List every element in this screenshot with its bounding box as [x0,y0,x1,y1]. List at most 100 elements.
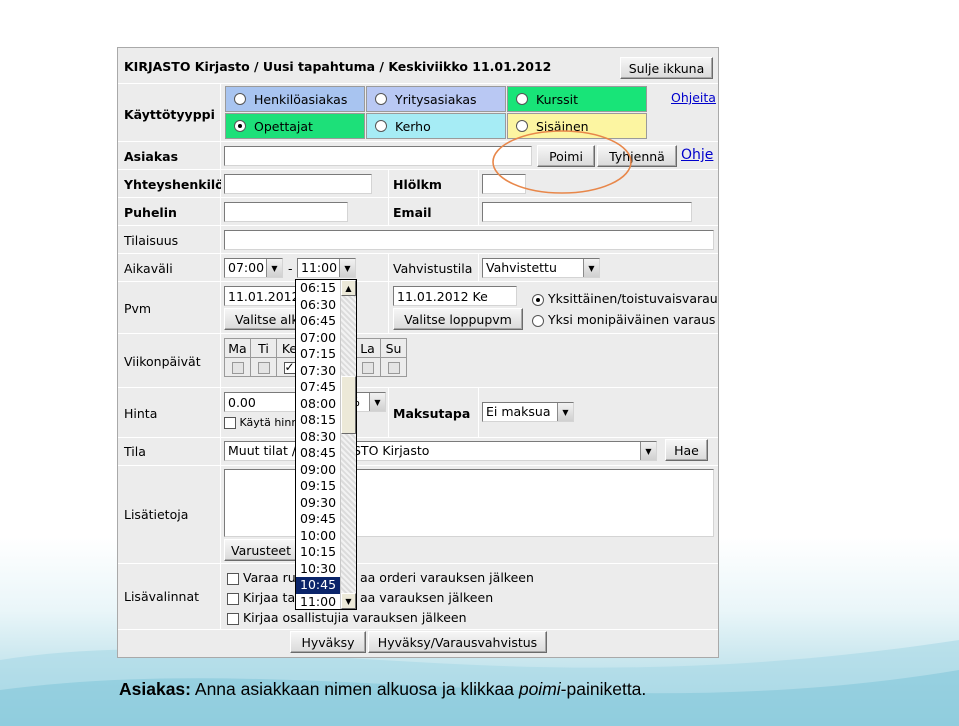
room-select[interactable]: Muut tilat / E STO Kirjasto ▼ [224,441,657,461]
payment-label: Maksutapa [393,406,471,421]
radio-henkiloasiakas[interactable] [234,93,246,105]
weekday-checkbox-su[interactable] [387,362,400,374]
time-option[interactable]: 08:45 [296,445,340,462]
radio-kerho[interactable] [375,120,387,132]
form-title: KIRJASTO Kirjasto / Uusi tapahtuma / Kes… [124,59,552,74]
time-range-label: Aikaväli [124,261,173,276]
user-type-option-opettajat[interactable]: Opettajat [225,113,365,139]
chevron-down-icon: ▼ [339,259,355,277]
scrollbar-thumb[interactable] [341,376,356,434]
extra-option-3[interactable]: Kirjaa osallistujia varauksen jälkeen [227,610,467,625]
weekday-checkbox-ma[interactable] [231,362,244,374]
time-option[interactable]: 10:45 [296,577,340,594]
time-option[interactable]: 09:00 [296,462,340,479]
accept-and-confirm-button[interactable]: Hyväksy/Varausvahvistus [368,631,547,653]
weekday-checkbox-ti[interactable] [257,362,270,374]
time-option[interactable]: 07:15 [296,346,340,363]
extras-label: Lisävalinnat [124,589,200,604]
extra-checkbox-2[interactable] [227,592,239,605]
extra-option-2-text: aa varauksen jälkeen [360,590,494,605]
select-end-date-button[interactable]: Valitse loppupvm [393,308,523,330]
user-type-option-kerho[interactable]: Kerho [366,113,506,139]
email-input[interactable] [482,202,692,222]
help-link-ohjeita[interactable]: Ohjeita [671,90,716,105]
confirmation-select[interactable]: Vahvistettu ▼ [482,258,600,278]
accept-button[interactable]: Hyväksy [290,631,366,653]
time-option[interactable]: 09:15 [296,478,340,495]
end-time-dropdown-list[interactable]: 06:15 06:30 06:45 07:00 07:15 07:30 07:45 08:00… [295,279,357,610]
confirmation-label: Vahvistustila [393,261,473,276]
user-type-option-henkiloasiakas[interactable]: Henkilöasiakas [225,86,365,112]
persons-label: Hlölkm [393,177,442,192]
customer-input[interactable] [224,146,532,166]
scroll-down-icon[interactable]: ▼ [341,593,356,609]
time-option[interactable]: 08:15 [296,412,340,429]
time-option[interactable]: 10:00 [296,528,340,545]
event-input[interactable] [224,230,714,250]
caption-tail: -painiketta. [560,679,647,699]
radio-single[interactable] [532,293,544,306]
phone-input[interactable] [224,202,348,222]
multiday-reservation-option[interactable]: Yksi monipäiväinen varaus [532,312,715,327]
weekday-checkbox-ke[interactable] [283,360,296,374]
radio-opettajat[interactable] [234,120,246,132]
use-price-checkbox[interactable] [224,417,236,429]
single-reservation-option[interactable]: Yksittäinen/toistuvaisvaraus [532,291,718,306]
time-option[interactable]: 09:30 [296,495,340,512]
extra-checkbox-1[interactable] [227,572,239,585]
time-separator: - [288,261,293,276]
weekday-su: Su [380,338,407,358]
weekday-ma: Ma [224,338,251,358]
room-label: Tila [124,444,146,459]
time-option[interactable]: 07:00 [296,330,340,347]
payment-select[interactable]: Ei maksua ▼ [482,402,574,422]
use-price-option[interactable]: Käytä hinn [224,416,298,429]
phone-label: Puhelin [124,205,177,220]
close-window-button[interactable]: Sulje ikkuna [620,57,713,79]
help-link-ohje[interactable]: Ohje [681,147,713,163]
start-time-select[interactable]: 07:00 ▼ [224,258,283,278]
caption-text: Anna asiakkaan nimen alkuosa ja klikkaa [191,679,519,699]
price-input[interactable]: 0.00 [224,392,304,412]
user-type-option-yritysasiakas[interactable]: Yritysasiakas [366,86,506,112]
time-option[interactable]: 07:45 [296,379,340,396]
annotation-circle [492,130,632,194]
chevron-down-icon: ▼ [266,259,282,277]
time-option[interactable]: 06:30 [296,297,340,314]
end-date-input[interactable]: 11.01.2012 Ke [393,286,517,306]
end-time-select[interactable]: 11:00 ▼ [297,258,356,278]
notes-label: Lisätietoja [124,507,189,522]
equipment-button[interactable]: Varusteet [224,539,298,561]
extra-checkbox-3[interactable] [227,612,239,625]
date-label: Pvm [124,301,152,316]
customer-label: Asiakas [124,149,179,164]
extra-option-1[interactable]: Varaa ru [227,570,296,585]
time-option[interactable]: 06:45 [296,313,340,330]
extra-option-2[interactable]: Kirjaa ta [227,590,295,605]
time-option[interactable]: 06:15 [296,280,340,297]
time-option[interactable]: 08:00 [296,396,340,413]
email-label: Email [393,205,432,220]
contact-input[interactable] [224,174,372,194]
chevron-down-icon: ▼ [640,442,656,460]
time-option[interactable]: 10:30 [296,561,340,578]
weekday-la: La [354,338,381,358]
time-option[interactable]: 08:30 [296,429,340,446]
dropdown-scrollbar[interactable]: ▲ ▼ [340,280,356,609]
user-type-option-kurssit[interactable]: Kurssit [507,86,647,112]
weekday-checkbox-la[interactable] [361,362,374,374]
radio-yritysasiakas[interactable] [375,93,387,105]
search-room-button[interactable]: Hae [665,439,708,461]
time-option[interactable]: 11:00 [296,594,340,610]
radio-kurssit[interactable] [516,93,528,105]
price-label: Hinta [124,406,158,421]
event-label: Tilaisuus [124,233,179,248]
user-type-label: Käyttötyyppi [124,107,215,122]
chevron-down-icon: ▼ [557,403,573,421]
time-option[interactable]: 10:15 [296,544,340,561]
chevron-down-icon: ▼ [369,393,385,411]
time-option[interactable]: 09:45 [296,511,340,528]
scroll-up-icon[interactable]: ▲ [341,280,356,296]
time-option[interactable]: 07:30 [296,363,340,380]
radio-multiday[interactable] [532,314,544,327]
